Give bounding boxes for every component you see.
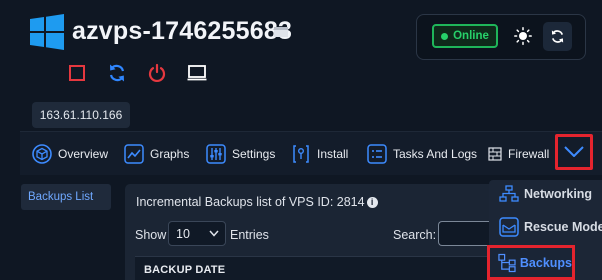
refresh-icon [551, 30, 564, 43]
console-button[interactable] [186, 62, 208, 84]
chevron-down-icon [564, 146, 584, 157]
chart-icon [124, 144, 144, 164]
restart-button[interactable] [106, 62, 128, 84]
info-icon[interactable]: i [366, 196, 378, 208]
status-label: Online [453, 30, 489, 42]
tab-firewall[interactable]: Firewall [488, 140, 549, 168]
online-dot-icon [441, 32, 449, 40]
tab-overview[interactable]: Overview [32, 140, 108, 168]
menu-item-label: Backups [519, 255, 572, 270]
menu-item-rescue-mode[interactable]: Rescue Mode [499, 213, 602, 241]
entries-select[interactable]: 10 [168, 221, 226, 246]
menu-item-networking[interactable]: Networking [499, 180, 592, 208]
more-tabs-button[interactable] [555, 134, 593, 170]
refresh-button[interactable] [543, 22, 572, 51]
chevron-down-icon [209, 230, 219, 237]
sidebar-item-backups-list[interactable]: Backups List [21, 184, 111, 210]
cube-icon [32, 144, 52, 164]
restart-icon [109, 64, 125, 82]
panel-title: Incremental Backups list of VPS ID: 2814… [136, 195, 378, 209]
panel-title-text: Incremental Backups list of VPS ID: 2814 [136, 195, 365, 209]
tab-tasks-and-logs[interactable]: Tasks And Logs [367, 140, 477, 168]
power-icon [148, 63, 166, 82]
stop-button[interactable] [66, 62, 88, 84]
tab-label: Overview [58, 147, 109, 161]
show-label: Show [135, 228, 167, 242]
sliders-icon [206, 144, 226, 164]
backups-icon [498, 253, 516, 272]
tab-install[interactable]: Install [291, 140, 348, 168]
column-header-backup-date[interactable]: BACKUP DATE [144, 264, 225, 276]
console-icon [187, 65, 207, 81]
menu-item-label: Networking [524, 187, 593, 201]
entries-value: 10 [176, 226, 190, 241]
flag-icon [274, 27, 288, 37]
network-icon [499, 185, 519, 202]
tab-label: Tasks And Logs [393, 147, 478, 161]
search-label: Search: [393, 228, 437, 242]
ip-address: 163.61.110.166 [32, 102, 130, 128]
tab-label: Firewall [508, 147, 550, 161]
windows-logo-icon [30, 14, 64, 50]
tab-label: Settings [232, 147, 276, 161]
menu-item-backups[interactable]: Backups [487, 245, 575, 280]
vps-name-title: azvps-1746255683 [72, 17, 293, 45]
tab-label: Graphs [150, 147, 190, 161]
list-icon [367, 144, 387, 164]
tab-label: Install [317, 147, 349, 161]
menu-item-label: Rescue Mode [524, 220, 602, 234]
firewall-icon [488, 147, 502, 161]
stop-icon [69, 65, 85, 81]
tab-graphs[interactable]: Graphs [124, 140, 189, 168]
rescue-icon [499, 217, 519, 237]
entries-label: Entries [230, 228, 269, 242]
install-icon [293, 145, 309, 163]
tab-settings[interactable]: Settings [206, 140, 275, 168]
status-badge: Online [432, 24, 498, 48]
sun-icon[interactable] [514, 27, 532, 45]
power-button[interactable] [146, 62, 168, 84]
